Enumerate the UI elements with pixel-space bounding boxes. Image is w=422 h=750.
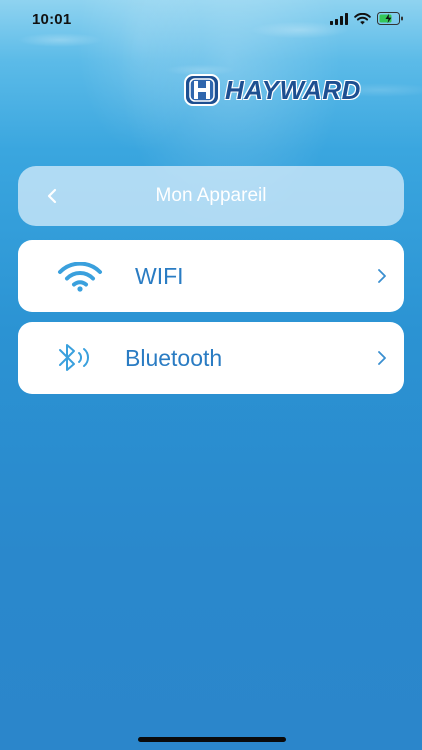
chevron-right-icon xyxy=(378,351,386,365)
status-icons xyxy=(330,12,404,25)
menu-item-label: Bluetooth xyxy=(125,345,223,371)
hayward-logo: HAYWARD xyxy=(184,74,361,106)
battery-charging-icon xyxy=(377,12,403,25)
page-title: Mon Appareil xyxy=(155,185,267,206)
status-time: 10:01 xyxy=(32,11,72,28)
header-bar: Mon Appareil xyxy=(18,166,404,226)
bluetooth-icon xyxy=(59,344,90,371)
menu-item-wifi[interactable]: WIFI xyxy=(18,240,404,312)
hayward-emblem-icon xyxy=(184,74,220,106)
chevron-right-icon xyxy=(378,269,386,283)
menu-item-bluetooth[interactable]: Bluetooth xyxy=(18,322,404,394)
brand-name: HAYWARD xyxy=(225,74,361,105)
cellular-signal-icon xyxy=(330,12,348,25)
status-bar: 10:01 xyxy=(0,0,422,40)
wifi-status-icon xyxy=(354,12,371,24)
home-indicator[interactable] xyxy=(138,737,286,742)
wifi-icon xyxy=(58,262,102,292)
menu-item-label: WIFI xyxy=(135,263,184,289)
